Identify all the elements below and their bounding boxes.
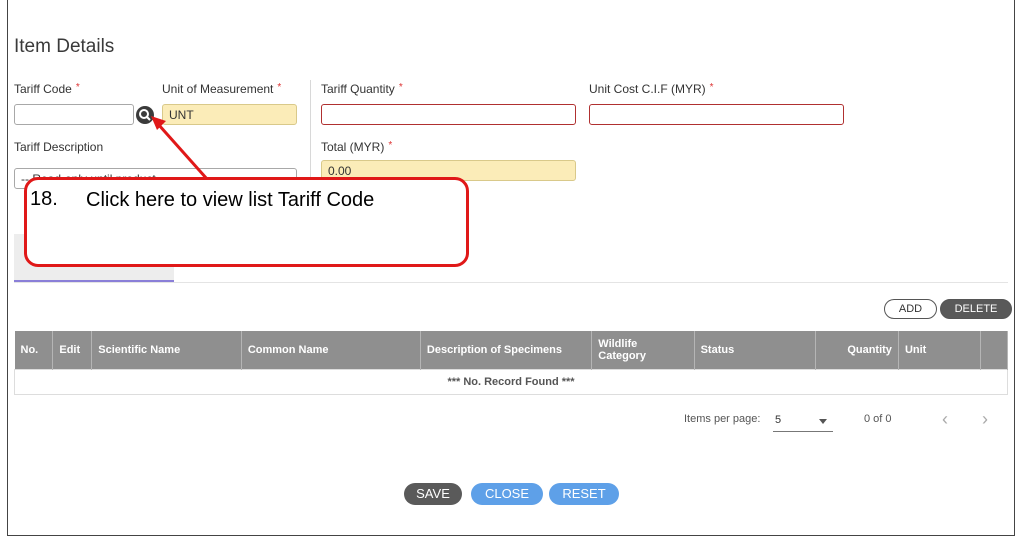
callout-step-number: 18. xyxy=(30,188,58,210)
next-page-button[interactable]: › xyxy=(982,409,988,430)
save-button[interactable]: SAVE xyxy=(404,483,462,505)
previous-page-button[interactable]: ‹ xyxy=(942,409,948,430)
unit-of-measurement-label: Unit of Measurement * xyxy=(162,82,281,96)
tariff-quantity-input[interactable] xyxy=(321,104,576,125)
column-header-scientific-name[interactable]: Scientific Name xyxy=(91,331,242,370)
delete-button[interactable]: DELETE xyxy=(940,299,1012,319)
reset-button[interactable]: RESET xyxy=(549,483,619,505)
column-header-unit[interactable]: Unit xyxy=(898,331,982,370)
callout-text: Click here to view list Tariff Code xyxy=(86,189,375,211)
search-icon xyxy=(139,109,151,121)
items-per-page-value: 5 xyxy=(775,414,782,426)
unit-of-measurement-field: UNT xyxy=(162,104,297,125)
column-divider xyxy=(310,80,311,180)
tariff-code-label: Tariff Code * xyxy=(14,82,80,96)
tariff-description-label: Tariff Description xyxy=(14,140,104,154)
unit-cost-label: Unit Cost C.I.F (MYR) * xyxy=(589,82,714,96)
column-header-quantity[interactable]: Quantity xyxy=(815,331,899,370)
tariff-quantity-label: Tariff Quantity * xyxy=(321,82,403,96)
items-per-page-label: Items per page: xyxy=(684,413,761,425)
unit-cost-label-text: Unit Cost C.I.F (MYR) xyxy=(589,82,706,96)
tariff-quantity-label-text: Tariff Quantity xyxy=(321,82,395,96)
table-row: *** No. Record Found *** xyxy=(14,369,1008,395)
required-mark: * xyxy=(398,82,403,93)
column-header-description[interactable]: Description of Specimens xyxy=(420,331,593,370)
empty-table-message: *** No. Record Found *** xyxy=(14,369,1008,395)
page-title: Item Details xyxy=(14,36,115,57)
required-mark: * xyxy=(75,82,80,93)
tariff-code-input[interactable] xyxy=(14,104,134,125)
required-mark: * xyxy=(388,140,393,151)
tariff-code-label-text: Tariff Code xyxy=(14,82,72,96)
unit-of-measurement-label-text: Unit of Measurement xyxy=(162,82,274,96)
required-mark: * xyxy=(709,82,714,93)
chevron-down-icon xyxy=(819,419,827,424)
add-button[interactable]: ADD xyxy=(884,299,937,319)
column-header-edit[interactable]: Edit xyxy=(52,331,93,370)
column-header-filler xyxy=(980,331,1008,370)
table-header-row: No. Edit Scientific Name Common Name Des… xyxy=(14,331,1008,370)
column-header-wildlife-category[interactable]: Wildlife Category xyxy=(591,331,695,370)
required-mark: * xyxy=(277,82,282,93)
unit-cost-input[interactable] xyxy=(589,104,844,125)
column-header-status[interactable]: Status xyxy=(694,331,817,370)
column-header-no[interactable]: No. xyxy=(14,331,54,370)
total-label-text: Total (MYR) xyxy=(321,140,385,154)
column-header-common-name[interactable]: Common Name xyxy=(241,331,421,370)
items-per-page-select[interactable]: 5 xyxy=(773,411,833,432)
pagination-range: 0 of 0 xyxy=(864,413,892,425)
section-divider xyxy=(14,282,1008,283)
items-table: No. Edit Scientific Name Common Name Des… xyxy=(14,331,1008,395)
tariff-search-button[interactable] xyxy=(136,106,154,124)
close-button[interactable]: CLOSE xyxy=(471,483,543,505)
total-label: Total (MYR) * xyxy=(321,140,392,154)
